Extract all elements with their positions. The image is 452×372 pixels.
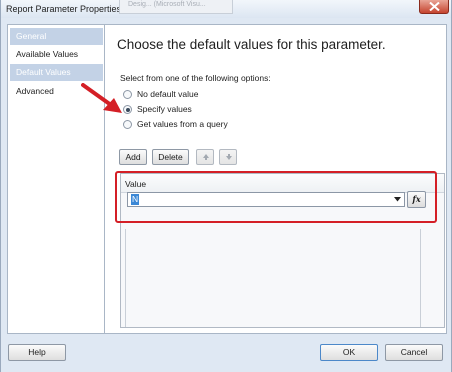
radio-button-checked[interactable] bbox=[123, 105, 132, 114]
sidebar-item-general[interactable]: General bbox=[10, 28, 103, 45]
arrow-down-icon bbox=[226, 154, 232, 160]
radio-button[interactable] bbox=[123, 90, 132, 99]
page-heading: Choose the default values for this param… bbox=[117, 37, 386, 52]
radio-label: Get values from a query bbox=[137, 119, 228, 129]
radio-label: Specify values bbox=[137, 104, 192, 114]
background-window-tab: Desig... (Microsoft Visu... bbox=[119, 0, 233, 14]
arrow-up-icon bbox=[203, 154, 209, 160]
help-button[interactable]: Help bbox=[8, 344, 66, 361]
cancel-button[interactable]: Cancel bbox=[385, 344, 443, 361]
ok-button[interactable]: OK bbox=[320, 344, 378, 361]
window-title: Report Parameter Properties bbox=[6, 4, 122, 14]
sidebar-item-default-values[interactable]: Default Values bbox=[10, 64, 103, 81]
move-down-button[interactable] bbox=[219, 149, 237, 165]
title-bar[interactable]: Report Parameter Properties Desig... (Mi… bbox=[1, 0, 451, 18]
grid-empty-area bbox=[125, 229, 421, 327]
sidebar-nav: General Available Values Default Values … bbox=[7, 24, 105, 334]
move-up-button[interactable] bbox=[196, 149, 214, 165]
sidebar-item-available-values[interactable]: Available Values bbox=[10, 46, 103, 63]
annotation-arrow-icon bbox=[81, 83, 122, 113]
close-button[interactable] bbox=[419, 0, 449, 14]
dialog-window: Report Parameter Properties Desig... (Mi… bbox=[0, 0, 452, 372]
annotation-highlight-box bbox=[115, 171, 437, 223]
radio-label: No default value bbox=[137, 89, 199, 99]
add-button[interactable]: Add bbox=[119, 149, 147, 165]
radio-button[interactable] bbox=[123, 120, 132, 129]
close-icon bbox=[429, 2, 440, 11]
background-window-tab-label: Desig... (Microsoft Visu... bbox=[128, 1, 206, 8]
options-label: Select from one of the following options… bbox=[120, 73, 271, 83]
delete-button[interactable]: Delete bbox=[152, 149, 189, 165]
